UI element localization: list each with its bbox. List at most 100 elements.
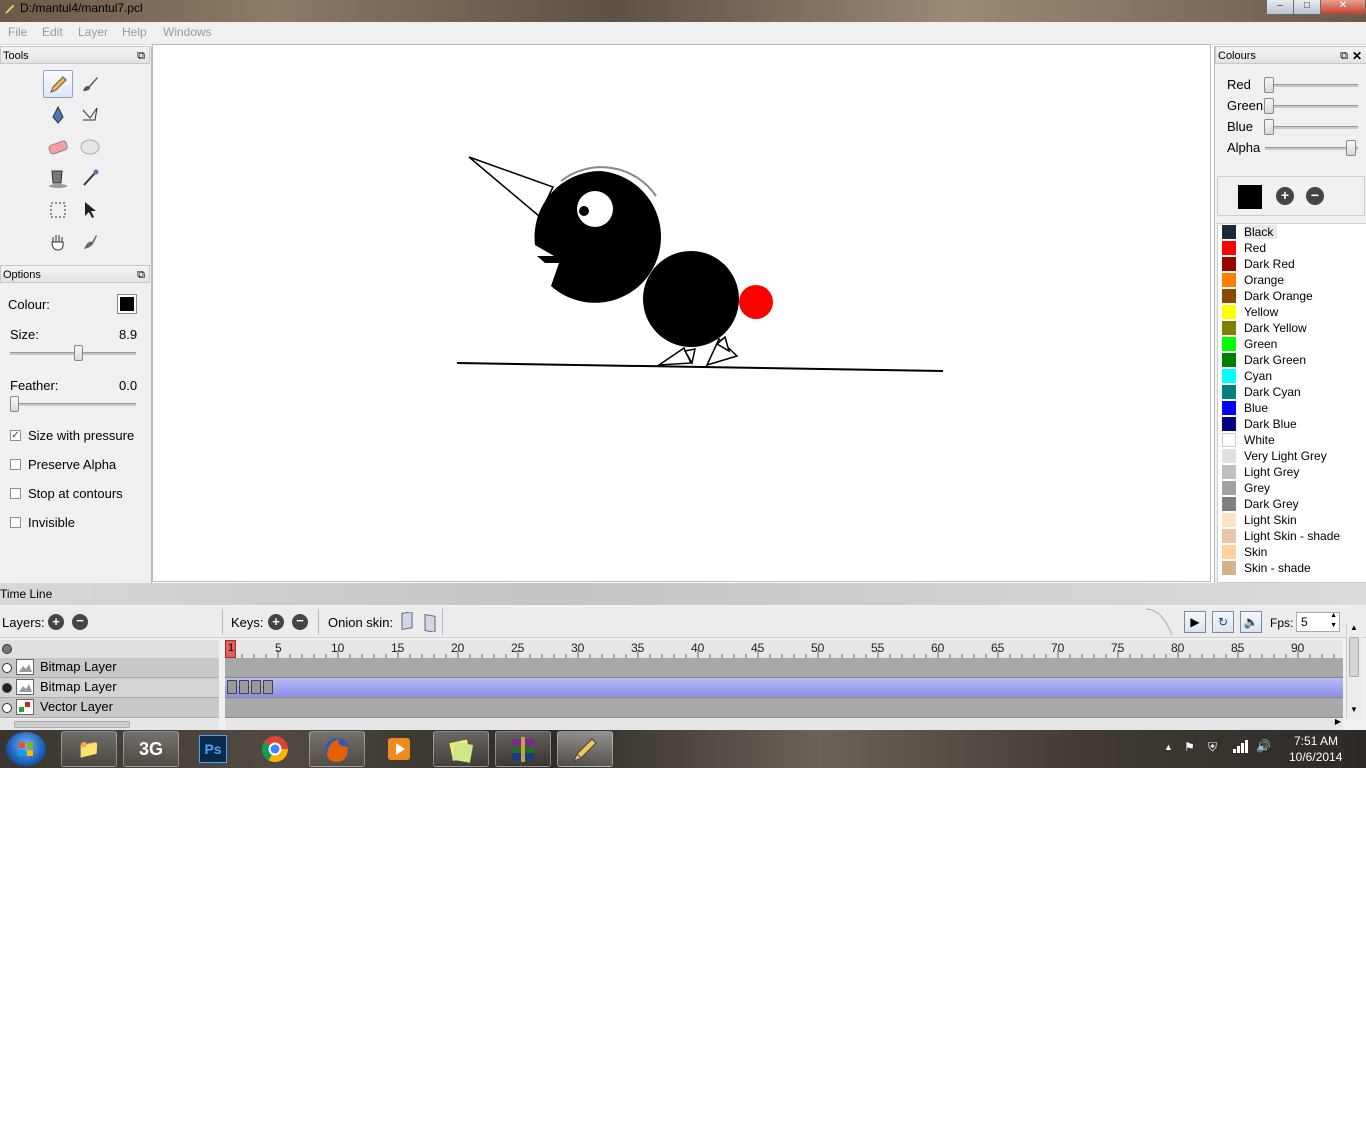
colour-swatch[interactable] (1222, 561, 1236, 575)
colour-swatch-row[interactable]: White (1218, 432, 1364, 448)
colour-swatch-row[interactable]: Very Light Grey (1218, 448, 1364, 464)
colour-swatch-row[interactable]: Dark Orange (1218, 288, 1364, 304)
move-arrow-tool-icon[interactable] (75, 196, 105, 224)
colour-swatch[interactable] (1222, 481, 1236, 495)
polyline-tool-icon[interactable] (75, 101, 105, 129)
preserve-alpha-checkbox[interactable] (10, 459, 21, 470)
colour-swatch[interactable] (1222, 385, 1236, 399)
colour-swatch-row[interactable]: Dark Red (1218, 256, 1364, 272)
green-slider-thumb[interactable] (1264, 98, 1274, 114)
colour-swatch[interactable] (1222, 417, 1236, 431)
frame-track[interactable] (225, 698, 1343, 718)
colour-swatch-row[interactable]: Green (1218, 336, 1364, 352)
add-colour-icon[interactable]: + (1276, 187, 1294, 205)
blue-slider-track[interactable] (1265, 126, 1358, 129)
winrar-icon[interactable] (495, 731, 551, 767)
pencil-tool-icon[interactable] (43, 70, 73, 98)
scroll-right-icon[interactable]: ▶ (1335, 717, 1341, 726)
float-panel-icon[interactable]: ⧉ (137, 47, 145, 65)
green-slider-track[interactable] (1265, 105, 1358, 108)
colour-swatch-row[interactable]: Skin (1218, 544, 1364, 560)
colour-button[interactable] (117, 294, 137, 314)
action-center-icon[interactable]: ⚑ (1184, 740, 1195, 754)
smudge-tool-icon[interactable] (75, 228, 105, 256)
layer-scroll-thumb[interactable] (14, 721, 130, 728)
menu-edit[interactable]: Edit (42, 25, 63, 39)
colour-swatch[interactable] (1222, 353, 1236, 367)
clear-tool-icon[interactable] (75, 133, 105, 161)
file-explorer-icon[interactable]: 📁 (61, 731, 117, 767)
colour-swatch[interactable] (1222, 545, 1236, 559)
onion-skin-next-icon[interactable] (422, 612, 438, 633)
drawing-canvas[interactable] (152, 44, 1211, 582)
colour-swatch-row[interactable]: Skin - shade (1218, 560, 1364, 576)
layer-row[interactable]: Vector Layer (0, 698, 219, 718)
colour-swatch[interactable] (1222, 257, 1236, 271)
sticky-notes-icon[interactable] (433, 731, 489, 767)
layer-visibility-icon[interactable] (2, 663, 12, 673)
colour-swatch-row[interactable]: Dark Grey (1218, 496, 1364, 512)
keyframe[interactable] (251, 680, 261, 694)
sound-button[interactable]: 🔈 (1240, 611, 1262, 633)
frame-scrollbar-horizontal[interactable]: ▶ (225, 717, 1343, 730)
frame-track[interactable] (225, 658, 1343, 678)
size-slider-track[interactable] (10, 352, 136, 355)
colour-swatch-row[interactable]: Orange (1218, 272, 1364, 288)
colour-swatch-row[interactable]: Black (1218, 224, 1364, 240)
add-layer-icon[interactable]: + (48, 614, 64, 630)
feather-slider-thumb[interactable] (10, 396, 19, 412)
hand-tool-icon[interactable] (43, 228, 73, 256)
media-player-icon[interactable] (371, 731, 427, 767)
scroll-down-icon[interactable]: ▼ (1350, 705, 1358, 714)
invisible-checkbox[interactable] (10, 517, 21, 528)
scroll-up-icon[interactable]: ▲ (1350, 623, 1358, 632)
colour-swatch-row[interactable]: Light Skin - shade (1218, 528, 1364, 544)
brush-tool-icon[interactable] (75, 70, 105, 98)
size-with-pressure-checkbox[interactable]: ✓ (10, 430, 21, 441)
security-icon[interactable]: ⛨ (1208, 740, 1217, 755)
colour-swatch-row[interactable]: Grey (1218, 480, 1364, 496)
menu-file[interactable]: File (8, 25, 27, 39)
visibility-all-icon[interactable] (2, 644, 12, 654)
frame-track-active[interactable] (225, 678, 1343, 698)
show-hidden-icons[interactable]: ▲ (1164, 742, 1173, 752)
layer-row[interactable]: Bitmap Layer (0, 658, 219, 678)
spin-up-icon[interactable]: ▲ (1330, 612, 1337, 619)
blue-slider-thumb[interactable] (1264, 119, 1274, 135)
colour-swatch[interactable] (1222, 369, 1236, 383)
colour-swatch[interactable] (1222, 465, 1236, 479)
colour-swatch-row[interactable]: Yellow (1218, 304, 1364, 320)
frame-ruler[interactable]: 1 5 10 15 20 25 30 35 40 45 50 55 60 65 70 75 80 85 90 (225, 640, 1343, 659)
modem-3g-icon[interactable]: 3G (123, 731, 179, 767)
eyedropper-tool-icon[interactable] (75, 164, 105, 192)
clock-time[interactable]: 7:51 AM (1294, 734, 1338, 748)
colour-swatch[interactable] (1222, 273, 1236, 287)
colour-swatch-row[interactable]: Dark Yellow (1218, 320, 1364, 336)
add-key-icon[interactable]: + (268, 614, 284, 630)
photoshop-icon[interactable]: Ps (185, 731, 241, 767)
chrome-icon[interactable] (247, 731, 303, 767)
colour-swatch-row[interactable]: Cyan (1218, 368, 1364, 384)
onion-skin-previous-icon[interactable] (399, 611, 415, 632)
scroll-thumb[interactable] (1349, 637, 1359, 677)
menu-help[interactable]: Help (122, 25, 147, 39)
layer-visibility-icon[interactable] (2, 683, 12, 693)
colour-swatch-row[interactable]: Light Skin (1218, 512, 1364, 528)
layer-visibility-icon[interactable] (2, 703, 12, 713)
firefox-icon[interactable] (309, 731, 365, 767)
colour-swatch[interactable] (1222, 497, 1236, 511)
loop-button[interactable]: ↻ (1212, 611, 1234, 633)
select-tool-icon[interactable] (43, 196, 73, 224)
size-slider-thumb[interactable] (74, 345, 83, 361)
layer-list-scrollbar[interactable] (0, 719, 219, 730)
colour-swatch[interactable] (1222, 401, 1236, 415)
colour-swatch-row[interactable]: Dark Green (1218, 352, 1364, 368)
remove-key-icon[interactable]: − (292, 614, 308, 630)
current-colour-swatch[interactable] (1238, 185, 1262, 209)
colour-swatch[interactable] (1222, 529, 1236, 543)
colour-swatch[interactable] (1222, 241, 1236, 255)
colour-swatch[interactable] (1222, 449, 1236, 463)
menu-windows[interactable]: Windows (163, 25, 212, 39)
red-slider-track[interactable] (1265, 84, 1358, 87)
colour-swatch-row[interactable]: Dark Cyan (1218, 384, 1364, 400)
